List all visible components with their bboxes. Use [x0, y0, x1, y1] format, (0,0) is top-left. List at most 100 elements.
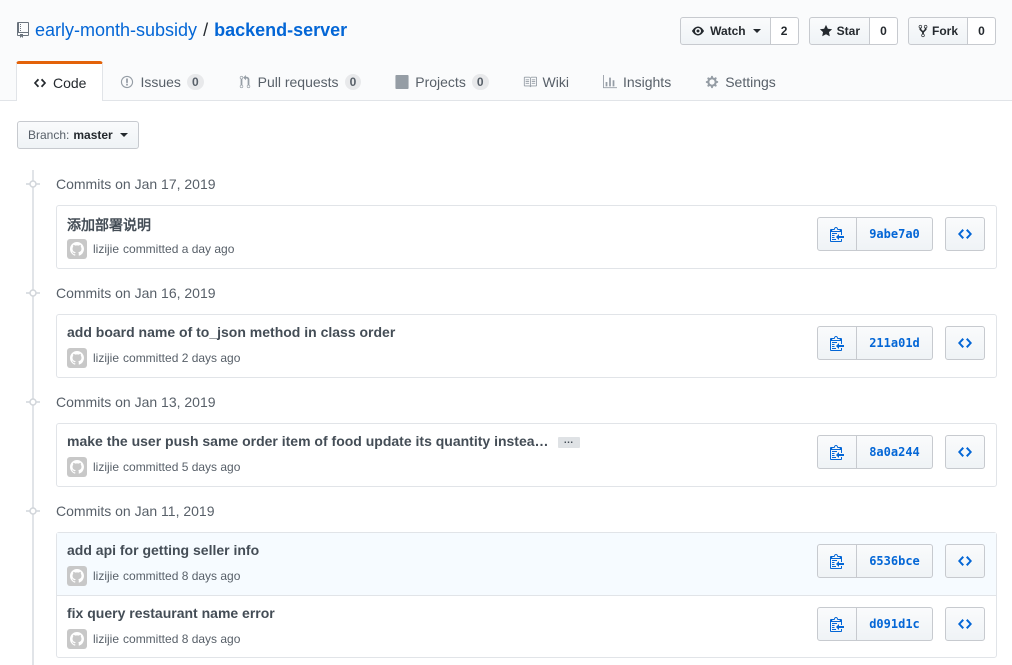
- commit-sha-link[interactable]: 6536bce: [857, 544, 933, 578]
- commit-list: add board name of to_json method in clas…: [56, 314, 997, 378]
- code-icon: [958, 447, 972, 457]
- tab-code-label: Code: [53, 74, 87, 91]
- tab-wiki[interactable]: Wiki: [506, 61, 586, 101]
- commit-message-link[interactable]: 添加部署说明: [67, 215, 151, 235]
- commit-time: committed 8 days ago: [123, 569, 241, 583]
- star-button[interactable]: Star: [808, 17, 870, 45]
- avatar[interactable]: [67, 629, 87, 649]
- commit-meta: lizijie committed 5 days ago: [67, 457, 240, 477]
- commit-message-link[interactable]: make the user push same order item of fo…: [67, 433, 549, 449]
- gear-icon: [706, 75, 719, 88]
- commit-author[interactable]: lizijie: [93, 632, 119, 646]
- browse-files-button[interactable]: [945, 217, 985, 251]
- commit-author[interactable]: lizijie: [93, 351, 119, 365]
- watch-button[interactable]: Watch: [680, 17, 771, 45]
- tab-projects-label: Projects: [415, 73, 466, 90]
- browse-files-button[interactable]: [945, 607, 985, 641]
- octocat-icon: [70, 569, 84, 583]
- project-icon: [395, 74, 409, 89]
- commit-list: make the user push same order item of fo…: [56, 423, 997, 487]
- browse-files-button[interactable]: [945, 544, 985, 578]
- commit-row: add api for getting seller info lizijie …: [57, 533, 996, 595]
- fork-button[interactable]: Fork: [907, 17, 968, 45]
- octocat-icon: [70, 632, 84, 646]
- commit-list: add api for getting seller info lizijie …: [56, 532, 997, 658]
- sha-group: 9abe7a0: [817, 217, 933, 251]
- star-count[interactable]: 0: [869, 17, 898, 45]
- commit-group-title: Commits on Jan 13, 2019: [56, 394, 216, 410]
- avatar[interactable]: [67, 348, 87, 368]
- commit-message-link[interactable]: fix query restaurant name error: [67, 605, 275, 621]
- clippy-icon: [830, 227, 844, 242]
- browse-files-button[interactable]: [945, 435, 985, 469]
- commit-group-title: Commits on Jan 11, 2019: [56, 503, 215, 519]
- star-icon: [819, 24, 832, 37]
- tab-settings[interactable]: Settings: [688, 61, 793, 101]
- commit-message-link[interactable]: add board name of to_json method in clas…: [67, 324, 395, 340]
- copy-sha-button[interactable]: [817, 326, 857, 360]
- tab-insights[interactable]: Insights: [586, 61, 688, 101]
- clippy-icon: [830, 336, 844, 351]
- commit-meta: lizijie committed a day ago: [67, 239, 234, 259]
- copy-sha-button[interactable]: [817, 607, 857, 641]
- branch-label: Branch:: [28, 128, 70, 142]
- commit-sha-link[interactable]: d091d1c: [857, 607, 933, 641]
- avatar[interactable]: [67, 566, 87, 586]
- tab-projects[interactable]: Projects 0: [378, 61, 505, 101]
- fork-count[interactable]: 0: [968, 17, 996, 45]
- avatar[interactable]: [67, 457, 87, 477]
- sha-group: 6536bce: [817, 544, 933, 578]
- commit-sha-link[interactable]: 8a0a244: [857, 435, 933, 469]
- commit-group-title: Commits on Jan 16, 2019: [56, 285, 216, 301]
- sha-group: 8a0a244: [817, 435, 933, 469]
- tab-wiki-label: Wiki: [542, 73, 569, 90]
- commit-row: fix query restaurant name error lizijie …: [57, 595, 996, 657]
- commit-author[interactable]: lizijie: [93, 242, 119, 256]
- tab-issues-label: Issues: [140, 73, 181, 90]
- copy-sha-button[interactable]: [817, 217, 857, 251]
- repo-separator: /: [203, 20, 209, 40]
- sha-group: d091d1c: [817, 607, 933, 641]
- repo-nav-tabs: Code Issues 0 Pull requests 0 Projects 0…: [16, 61, 793, 101]
- tab-pull-requests-label: Pull requests: [257, 73, 339, 90]
- tab-issues[interactable]: Issues 0: [103, 61, 220, 101]
- tab-pull-requests[interactable]: Pull requests 0: [221, 61, 379, 101]
- repo-owner-link[interactable]: early-month-subsidy: [35, 19, 197, 41]
- pull-requests-counter: 0: [344, 73, 362, 90]
- commit-meta: lizijie committed 8 days ago: [67, 629, 240, 649]
- copy-sha-button[interactable]: [817, 435, 857, 469]
- commit-sha-link[interactable]: 9abe7a0: [857, 217, 933, 251]
- clippy-icon: [830, 617, 844, 632]
- commit-row: 添加部署说明 lizijie committed a day ago 9abe7…: [57, 206, 996, 268]
- tab-settings-label: Settings: [725, 73, 776, 90]
- repo-name-link[interactable]: backend-server: [214, 19, 347, 41]
- code-icon: [958, 229, 972, 239]
- code-icon: [33, 78, 47, 87]
- repo-icon: [17, 22, 29, 38]
- tab-code[interactable]: Code: [16, 61, 104, 101]
- repo-actions: Watch 2 Star 0 Fork 0: [680, 17, 996, 45]
- branch-select-button[interactable]: Branch: master: [17, 121, 139, 149]
- octocat-icon: [70, 351, 84, 365]
- fork-group: Fork 0: [907, 17, 996, 45]
- commit-sha-link[interactable]: 211a01d: [857, 326, 933, 360]
- octocat-icon: [70, 460, 84, 474]
- copy-sha-button[interactable]: [817, 544, 857, 578]
- commit-list: 添加部署说明 lizijie committed a day ago 9abe7…: [56, 205, 997, 269]
- commit-author[interactable]: lizijie: [93, 569, 119, 583]
- browse-files-button[interactable]: [945, 326, 985, 360]
- clippy-icon: [830, 554, 844, 569]
- git-pull-request-icon: [239, 74, 250, 88]
- book-icon: [523, 76, 537, 87]
- expand-message-button[interactable]: …: [557, 435, 580, 448]
- commit-title-line: make the user push same order item of fo…: [67, 433, 580, 449]
- eye-icon: [692, 26, 705, 36]
- tab-insights-label: Insights: [622, 73, 672, 90]
- commit-icon: [26, 289, 40, 297]
- sha-group: 211a01d: [817, 326, 933, 360]
- commit-author[interactable]: lizijie: [93, 460, 119, 474]
- avatar[interactable]: [67, 239, 87, 259]
- commit-message-link[interactable]: add api for getting seller info: [67, 542, 259, 558]
- watch-count[interactable]: 2: [770, 17, 799, 45]
- commit-row: add board name of to_json method in clas…: [57, 315, 996, 377]
